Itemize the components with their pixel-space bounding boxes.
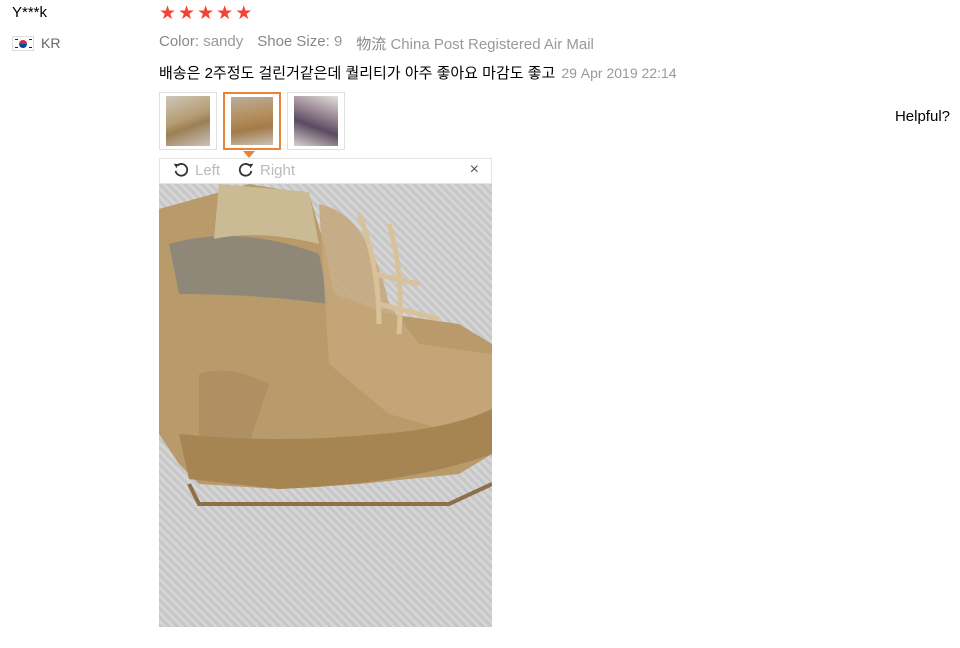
thumbnail-2[interactable] bbox=[223, 92, 281, 150]
boot-illustration bbox=[159, 184, 492, 506]
thumbnail-1[interactable] bbox=[159, 92, 217, 150]
review-time: 29 Apr 2019 22:14 bbox=[561, 65, 677, 81]
order-attributes: Color: sandy Shoe Size: 9 物流 China Post … bbox=[159, 33, 594, 54]
star-icon: ★ bbox=[178, 3, 196, 24]
reviewer-country: KR bbox=[12, 35, 60, 51]
star-icon: ★ bbox=[216, 3, 234, 24]
korea-flag-icon bbox=[12, 35, 34, 51]
review-body: 배송은 2주정도 걸린거같은데 퀄리티가 아주 좋아요 마감도 좋고 29 Apr… bbox=[159, 62, 677, 83]
thumbnail-pointer bbox=[243, 151, 255, 158]
size-attribute: Shoe Size: 9 bbox=[257, 33, 343, 50]
review-text: 배송은 2주정도 걸린거같은데 퀄리티가 아주 좋아요 마감도 좋고 bbox=[159, 65, 556, 82]
star-icon: ★ bbox=[197, 3, 215, 24]
star-icon: ★ bbox=[159, 3, 177, 24]
country-code: KR bbox=[41, 35, 61, 51]
color-attribute: Color: sandy bbox=[159, 33, 244, 50]
rotate-left-icon bbox=[173, 163, 189, 177]
star-icon: ★ bbox=[235, 3, 253, 24]
close-viewer-button[interactable]: × bbox=[470, 161, 479, 179]
image-viewer-toolbar: Left Right × bbox=[159, 158, 492, 184]
review-photo bbox=[159, 184, 492, 627]
star-rating: ★ ★ ★ ★ ★ bbox=[159, 4, 252, 24]
rotate-left-button[interactable]: Left bbox=[172, 161, 220, 179]
reviewer-name: Y***k bbox=[12, 4, 48, 21]
review-thumbnails bbox=[159, 92, 345, 150]
rotate-right-button[interactable]: Right bbox=[237, 161, 295, 179]
thumbnail-3[interactable] bbox=[287, 92, 345, 150]
helpful-link[interactable]: Helpful? bbox=[895, 108, 950, 125]
logistics-attribute: 物流 China Post Registered Air Mail bbox=[356, 36, 594, 53]
rotate-right-icon bbox=[238, 163, 254, 177]
